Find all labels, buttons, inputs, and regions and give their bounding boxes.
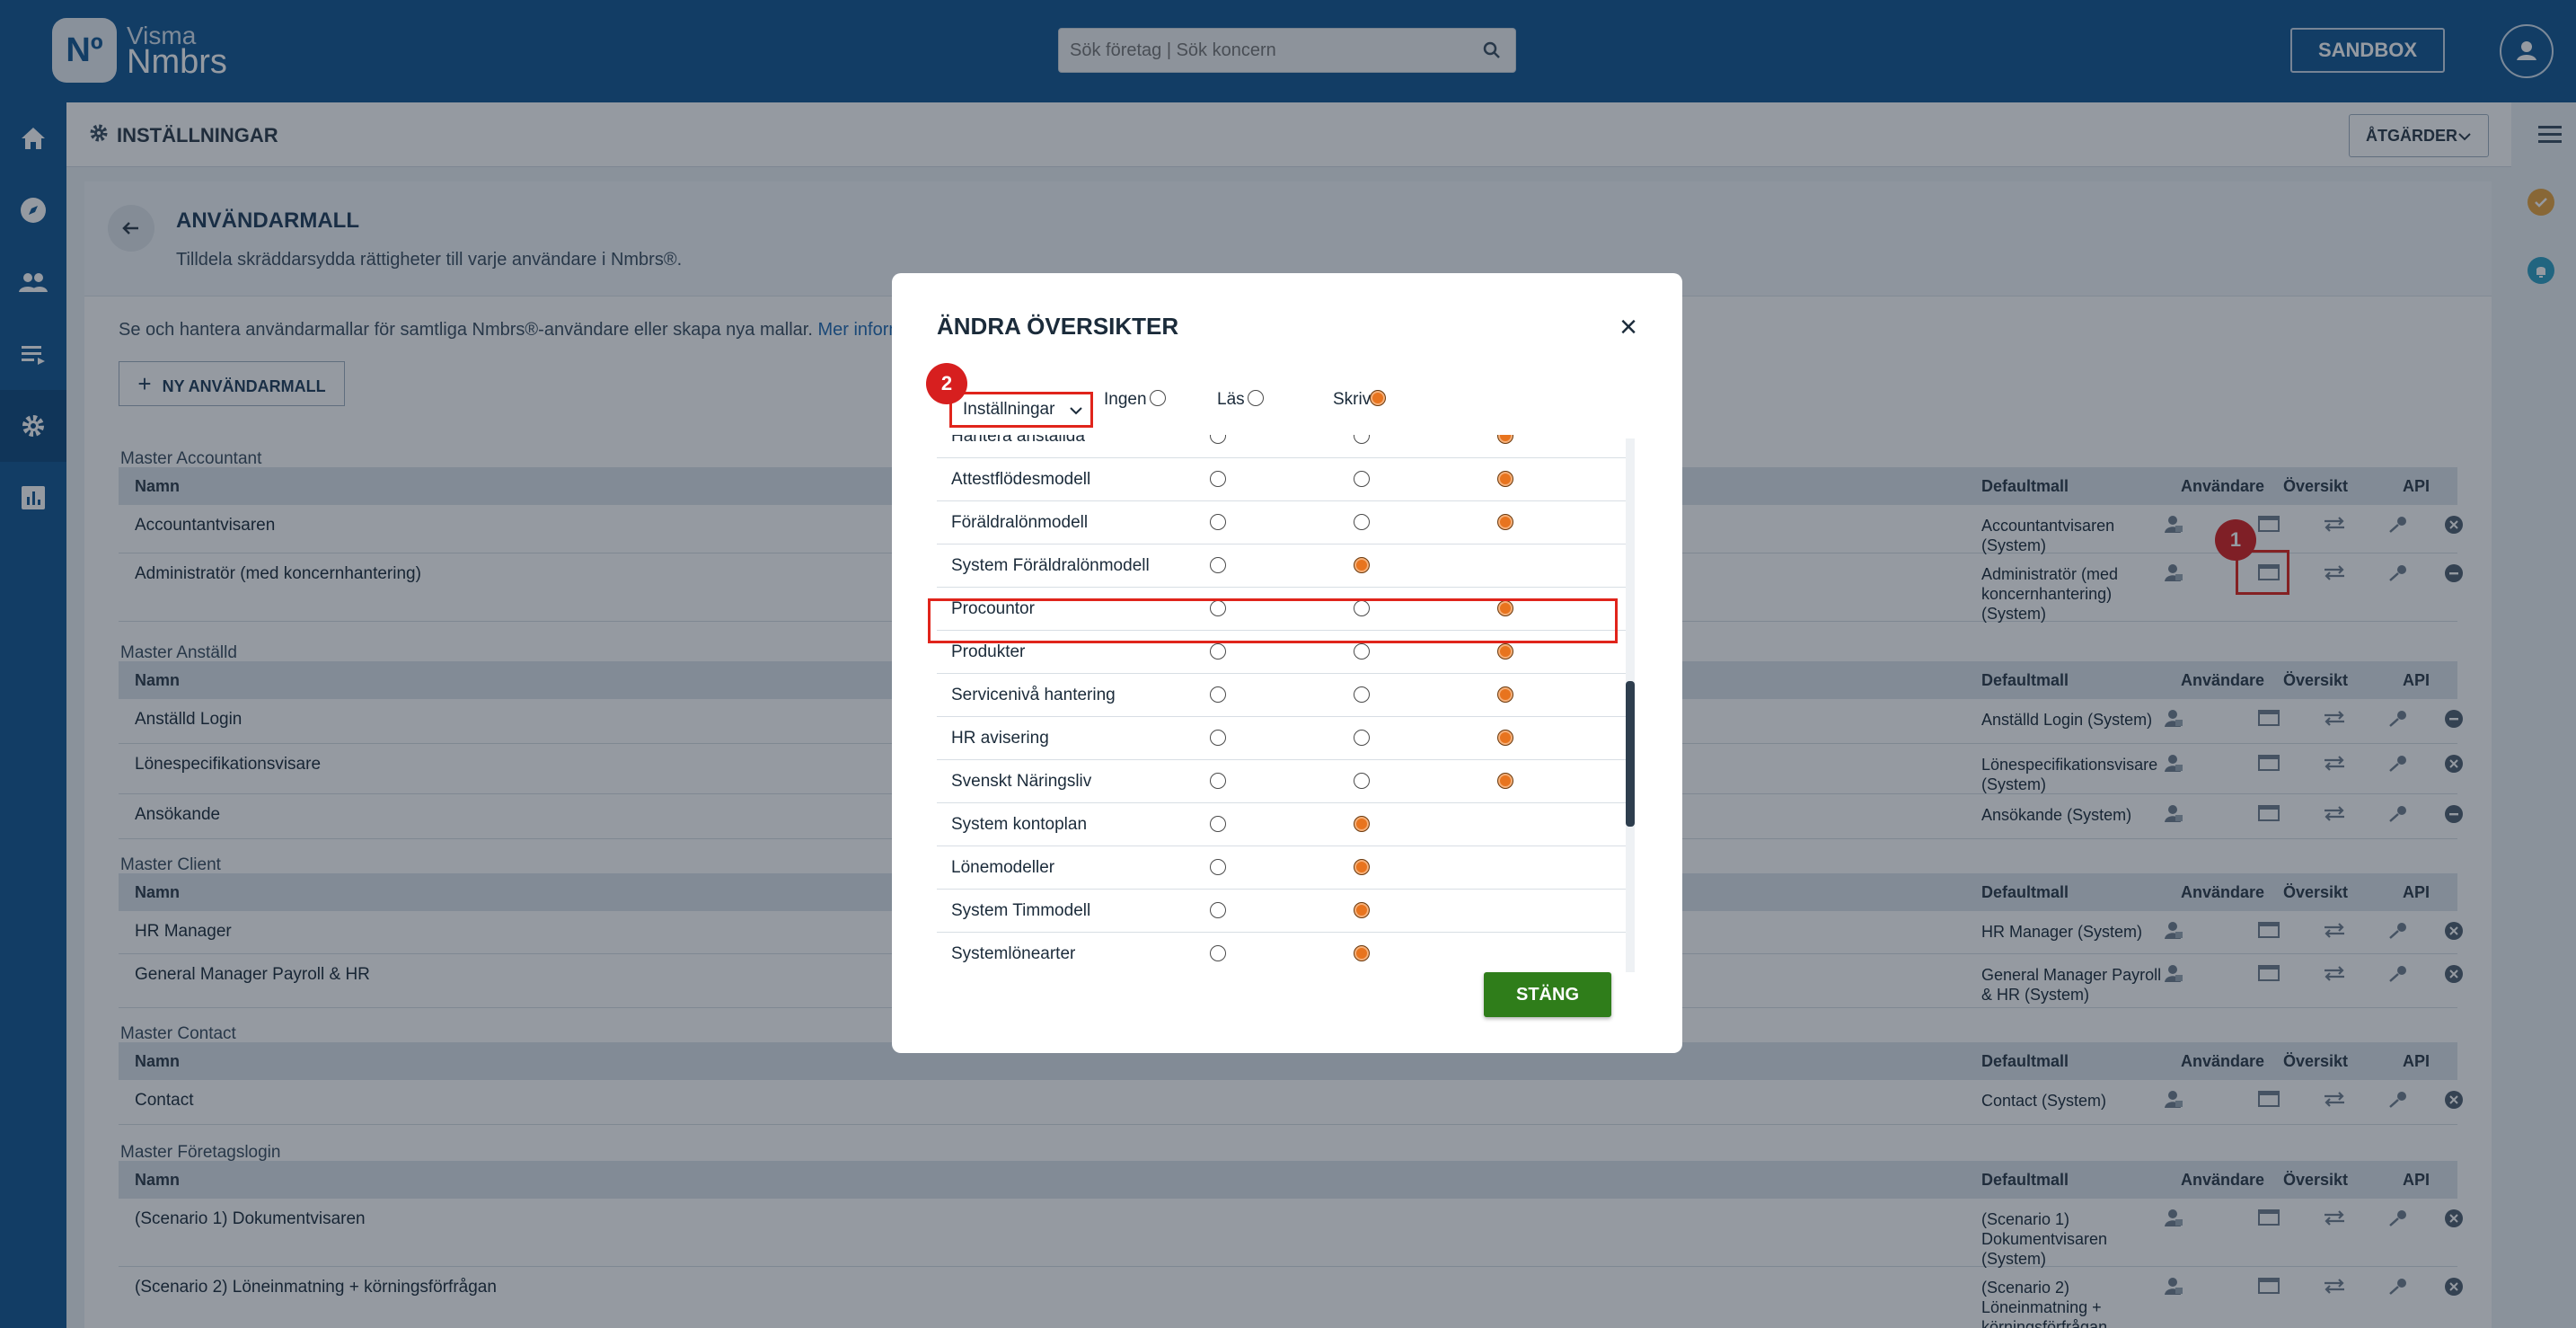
radio-none[interactable] (1210, 471, 1226, 487)
permission-label: HR avisering (951, 729, 1049, 748)
column-none-label: Ingen (1104, 390, 1147, 409)
permissions-list[interactable]: Hantera anställda Attestflödesmodell Föräl… (937, 435, 1627, 970)
radio-write[interactable] (1497, 514, 1513, 530)
permission-label: System Timmodell (951, 901, 1091, 920)
permission-row: Hantera anställda (937, 435, 1627, 458)
radio-write[interactable] (1497, 686, 1513, 703)
radio-none[interactable] (1210, 514, 1226, 530)
close-icon[interactable]: × (1610, 309, 1646, 345)
column-read-radio[interactable] (1248, 390, 1264, 406)
permission-row: HR avisering (937, 717, 1627, 760)
radio-read[interactable] (1354, 435, 1370, 444)
permission-label: System kontoplan (951, 815, 1088, 834)
permission-label: Svenskt Näringsliv (951, 772, 1092, 791)
column-write-radio[interactable] (1370, 390, 1386, 406)
radio-none[interactable] (1210, 643, 1226, 660)
modal-scrollbar[interactable] (1626, 438, 1635, 972)
permission-label: Föräldralönmodell (951, 513, 1089, 532)
column-read-label: Läs (1217, 390, 1245, 409)
radio-none[interactable] (1210, 859, 1226, 875)
permission-row: Svenskt Näringsliv (937, 760, 1627, 803)
radio-read[interactable] (1354, 730, 1370, 746)
permission-row: Systemlönearter (937, 933, 1627, 970)
radio-read[interactable] (1354, 557, 1370, 573)
radio-read[interactable] (1354, 686, 1370, 703)
radio-write[interactable] (1497, 773, 1513, 789)
radio-read[interactable] (1354, 945, 1370, 961)
permission-label: Servicenivå hantering (951, 686, 1116, 704)
radio-none[interactable] (1210, 773, 1226, 789)
radio-read[interactable] (1354, 471, 1370, 487)
radio-none[interactable] (1210, 557, 1226, 573)
permission-row: System Föräldralönmodell (937, 544, 1627, 588)
radio-read[interactable] (1354, 816, 1370, 832)
permission-label: System Föräldralönmodell (951, 556, 1150, 575)
permission-label: Produkter (951, 642, 1026, 661)
radio-none[interactable] (1210, 730, 1226, 746)
permission-row: Föräldralönmodell (937, 501, 1627, 544)
edit-overviews-modal: ÄNDRA ÖVERSIKTER × Inställningar 2 Ingen… (892, 273, 1682, 1053)
chevron-down-icon (1070, 407, 1082, 415)
radio-none[interactable] (1210, 435, 1226, 444)
radio-none[interactable] (1210, 686, 1226, 703)
radio-write[interactable] (1497, 730, 1513, 746)
permission-row: Lönemodeller (937, 846, 1627, 890)
column-write-label: Skriv (1333, 390, 1372, 409)
permission-label: Attestflödesmodell (951, 470, 1091, 489)
permission-row: Servicenivå hantering (937, 674, 1627, 717)
category-select-value: Inställningar (963, 400, 1055, 419)
radio-write[interactable] (1497, 643, 1513, 660)
radio-none[interactable] (1210, 902, 1226, 918)
radio-none[interactable] (1210, 816, 1226, 832)
radio-read[interactable] (1354, 902, 1370, 918)
step-badge-2: 2 (926, 363, 967, 404)
modal-title: ÄNDRA ÖVERSIKTER (937, 313, 1179, 340)
radio-read[interactable] (1354, 859, 1370, 875)
close-button[interactable]: STÄNG (1484, 972, 1611, 1017)
permission-row: System kontoplan (937, 803, 1627, 846)
radio-read[interactable] (1354, 514, 1370, 530)
category-select[interactable]: Inställningar (949, 392, 1093, 428)
permission-label: Systemlönearter (951, 944, 1076, 963)
modal-scroll-thumb[interactable] (1626, 681, 1635, 827)
permission-row: Attestflödesmodell (937, 458, 1627, 501)
radio-none[interactable] (1210, 945, 1226, 961)
highlight-procountor-row (928, 598, 1618, 643)
radio-read[interactable] (1354, 773, 1370, 789)
radio-read[interactable] (1354, 643, 1370, 660)
radio-write[interactable] (1497, 435, 1513, 444)
radio-write[interactable] (1497, 471, 1513, 487)
permission-label: Hantera anställda (951, 435, 1085, 446)
column-none-radio[interactable] (1150, 390, 1166, 406)
permission-row: System Timmodell (937, 890, 1627, 933)
permission-label: Lönemodeller (951, 858, 1055, 877)
